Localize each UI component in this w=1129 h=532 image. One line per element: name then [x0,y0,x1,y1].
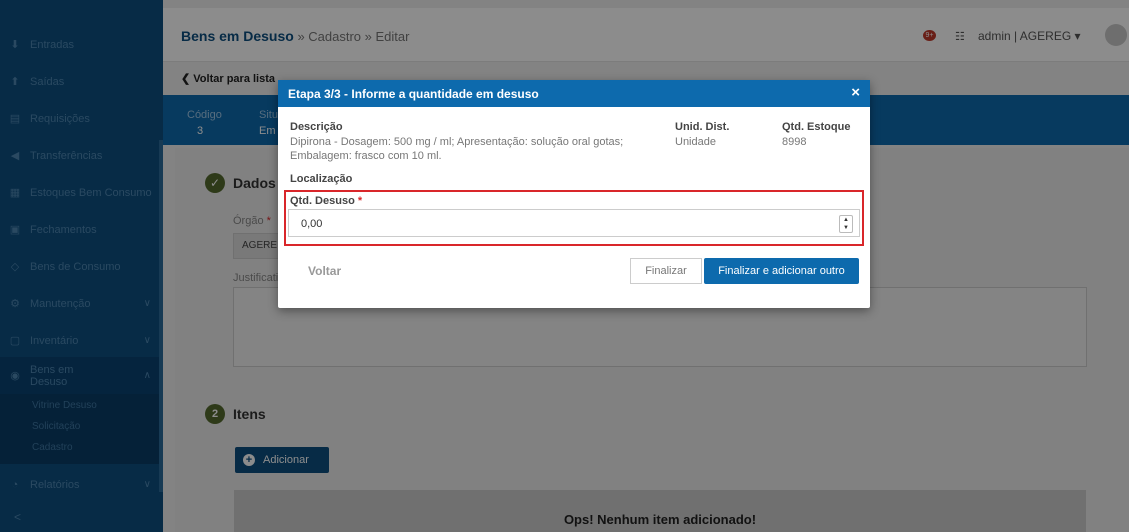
finalizar-button[interactable]: Finalizar [630,258,702,284]
qtd-desuso-input[interactable]: 0,00 ▲ ▼ [288,209,860,237]
localizacao-label: Localização [290,173,353,185]
qtd-desuso-value: 0,00 [301,218,323,230]
finalizar-add-button[interactable]: Finalizar e adicionar outro [704,258,859,284]
quantity-modal: Etapa 3/3 - Informe a quantidade em desu… [278,80,870,308]
voltar-button[interactable]: Voltar [308,264,341,278]
close-icon[interactable]: × [851,84,860,101]
modal-header: Etapa 3/3 - Informe a quantidade em desu… [278,80,870,107]
number-stepper-icon[interactable]: ▲ ▼ [839,215,853,233]
qtd-estoque-value: 8998 [782,136,807,148]
descricao-label: Descrição [290,121,343,133]
unid-dist-label: Unid. Dist. [675,121,730,133]
descricao-value: Dipirona - Dosagem: 500 mg / ml; Apresen… [290,136,624,162]
unid-dist-value: Unidade [675,136,716,148]
qtd-desuso-label: Qtd. Desuso * [290,195,363,207]
qtd-estoque-label: Qtd. Estoque [782,121,851,133]
modal-title: Etapa 3/3 - Informe a quantidade em desu… [288,87,539,101]
